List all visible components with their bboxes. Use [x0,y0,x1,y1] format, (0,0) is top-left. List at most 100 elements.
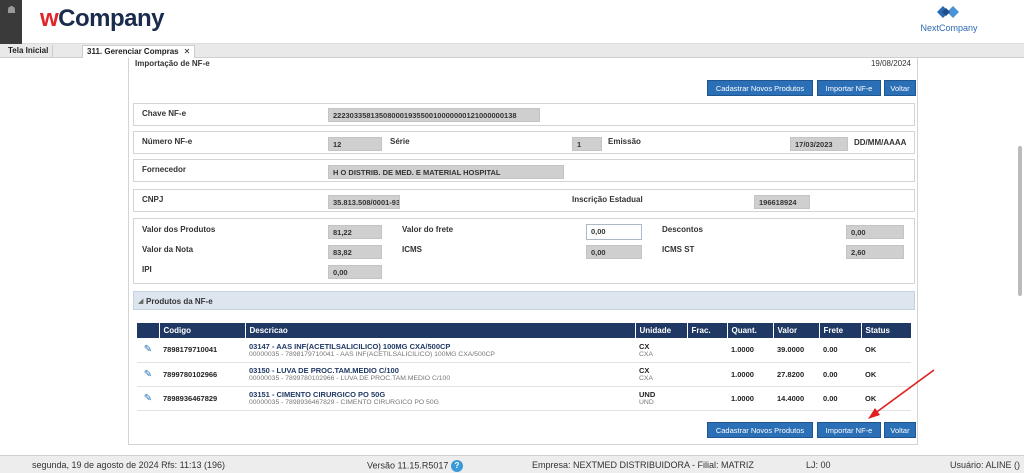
cnpj-row: CNPJ 35.813.508/0001-93 Inscrição Estadu… [133,189,915,212]
frac-cell [687,338,727,363]
chave-label: Chave NF-e [142,109,187,118]
icms-field: 0,00 [586,245,642,259]
unidade-cell: CX CXA [635,362,687,387]
col-valor[interactable]: Valor [772,323,819,338]
ipi-field: 0,00 [328,265,382,279]
emissao-field: 17/03/2023 [790,137,848,151]
edit-cell[interactable]: ✎ [137,338,159,363]
valor-cell: 27.8200 [773,362,819,387]
col-unidade[interactable]: Unidade [634,323,687,338]
left-rail: ☗ [0,0,22,44]
scrollbar-thumb[interactable] [1018,146,1022,296]
edit-cell[interactable]: ✎ [137,362,159,387]
table-row[interactable]: ✎ 7898936467829 03151 - CIMENTO CIRURGIC… [137,386,911,411]
col-descricao[interactable]: Descricao [244,323,635,338]
table-row[interactable]: ✎ 7898179710041 03147 - AAS INF(ACETILSA… [137,338,911,363]
valor-produtos-field: 81,22 [328,225,382,239]
descontos-field: 0,00 [846,225,904,239]
chave-field: 2223033581350800019355001000000012100000… [328,108,540,122]
status-usuario: Usuário: ALINE () [949,460,1020,470]
ipi-label: IPI [142,265,152,274]
numero-label: Número NF-e [142,137,193,146]
unidade-cell: CX CXA [635,338,687,363]
icms-label: ICMS [402,245,422,254]
status-version: Versão 11.15.R5017 ? [367,460,463,472]
nextcompany-logo: NextCompany [914,3,984,33]
valor-frete-input[interactable]: 0,00 [586,224,642,240]
numero-row: Número NF-e 12 Série 1 Emissão 17/03/202… [133,131,915,154]
descricao-cell: 03151 - CIMENTO CIRURGICO PO 50G 00000035… [245,386,635,411]
produtos-table: Codigo Descricao Unidade Frac. Quant. Va… [137,323,911,411]
table-header-row: Codigo Descricao Unidade Frac. Quant. Va… [137,323,911,338]
collapse-triangle-icon[interactable]: ◢ [138,297,143,305]
col-codigo[interactable]: Codigo [158,323,245,338]
valores-block: Valor dos Produtos 81,22 Valor do frete … [133,218,915,284]
nfe-import-panel: Importação de NF-e 19/08/2024 Cadastrar … [128,58,918,445]
tab-tela-inicial[interactable]: Tela Inicial [4,45,54,58]
inscricao-estadual-field: 196618924 [754,195,810,209]
cnpj-field: 35.813.508/0001-93 [328,195,400,209]
voltar-button-top[interactable]: Voltar [884,80,916,96]
descricao-cell: 03147 - AAS INF(ACETILSALICILICO) 100MG … [245,338,635,363]
main-content: Importação de NF-e 19/08/2024 Cadastrar … [0,58,1024,455]
produtos-section-header[interactable]: ◢ Produtos da NF-e [133,291,915,310]
pencil-icon[interactable]: ✎ [144,369,152,380]
importar-nfe-button-bottom[interactable]: Importar NF-e [817,422,881,438]
valor-nota-field: 83,82 [328,245,382,259]
emissao-label: Emissão [608,137,641,146]
page-title: Importação de NF-e [135,59,210,68]
frac-cell [687,362,727,387]
col-frac[interactable]: Frac. [686,323,727,338]
icms-st-label: ICMS ST [662,245,695,254]
home-icon[interactable]: ☗ [7,5,16,16]
status-empresa: Empresa: NEXTMED DISTRIBUIDORA - Filial:… [532,460,754,470]
table-row[interactable]: ✎ 7899780102966 03150 - LUVA DE PROC.TAM… [137,362,911,387]
valor-nota-label: Valor da Nota [142,245,194,254]
col-status[interactable]: Status [860,323,911,338]
fornecedor-row: Fornecedor H O DISTRIB. DE MED. E MATERI… [133,159,915,182]
icms-st-field: 2,60 [846,245,904,259]
col-edit [137,323,159,338]
codigo-cell: 7899780102966 [159,362,245,387]
cadastrar-produtos-button-top[interactable]: Cadastrar Novos Produtos [707,80,813,96]
nextcompany-diamond-icon [937,6,959,18]
serie-field: 1 [572,137,602,151]
col-frete[interactable]: Frete [818,323,861,338]
valor-produtos-label: Valor dos Produtos [142,225,216,234]
inscricao-estadual-label: Inscrição Estadual [572,195,643,204]
valor-cell: 39.0000 [773,338,819,363]
quant-cell: 1.0000 [727,386,773,411]
quant-cell: 1.0000 [727,338,773,363]
cadastrar-produtos-button-bottom[interactable]: Cadastrar Novos Produtos [707,422,813,438]
emissao-format: DD/MM/AAAA [854,138,907,147]
valor-cell: 14.4000 [773,386,819,411]
quant-cell: 1.0000 [727,362,773,387]
pencil-icon[interactable]: ✎ [144,393,152,404]
tab-gerenciar-compras[interactable]: 311. Gerenciar Compras ✕ [82,45,196,58]
fornecedor-label: Fornecedor [142,165,187,174]
help-icon[interactable]: ? [450,460,463,472]
produtos-section-title: Produtos da NF-e [146,297,213,306]
serie-label: Série [390,137,410,146]
chave-row: Chave NF-e 22230335813508000193550010000… [133,103,915,126]
cnpj-label: CNPJ [142,195,164,204]
descricao-cell: 03150 - LUVA DE PROC.TAM.MEDIO C/100 0000… [245,362,635,387]
frete-cell: 0.00 [819,362,861,387]
numero-field: 12 [328,137,382,151]
edit-cell[interactable]: ✎ [137,386,159,411]
descontos-label: Descontos [662,225,703,234]
voltar-button-bottom[interactable]: Voltar [884,422,916,438]
pencil-icon[interactable]: ✎ [144,344,152,355]
unidade-cell: UND UND [635,386,687,411]
status-bar: segunda, 19 de agosto de 2024 Rfs: 11:13… [0,455,1024,473]
status-cell: OK [861,362,911,387]
status-lj: LJ: 00 [806,460,831,470]
frac-cell [687,386,727,411]
tab-bar: Tela Inicial 311. Gerenciar Compras ✕ [0,44,1024,58]
app-header: wCompany NextCompany [22,0,1024,44]
codigo-cell: 7898179710041 [159,338,245,363]
importar-nfe-button-top[interactable]: Importar NF-e [817,80,881,96]
close-tab-icon[interactable]: ✕ [184,47,191,56]
frete-cell: 0.00 [819,386,861,411]
col-quant[interactable]: Quant. [726,323,773,338]
